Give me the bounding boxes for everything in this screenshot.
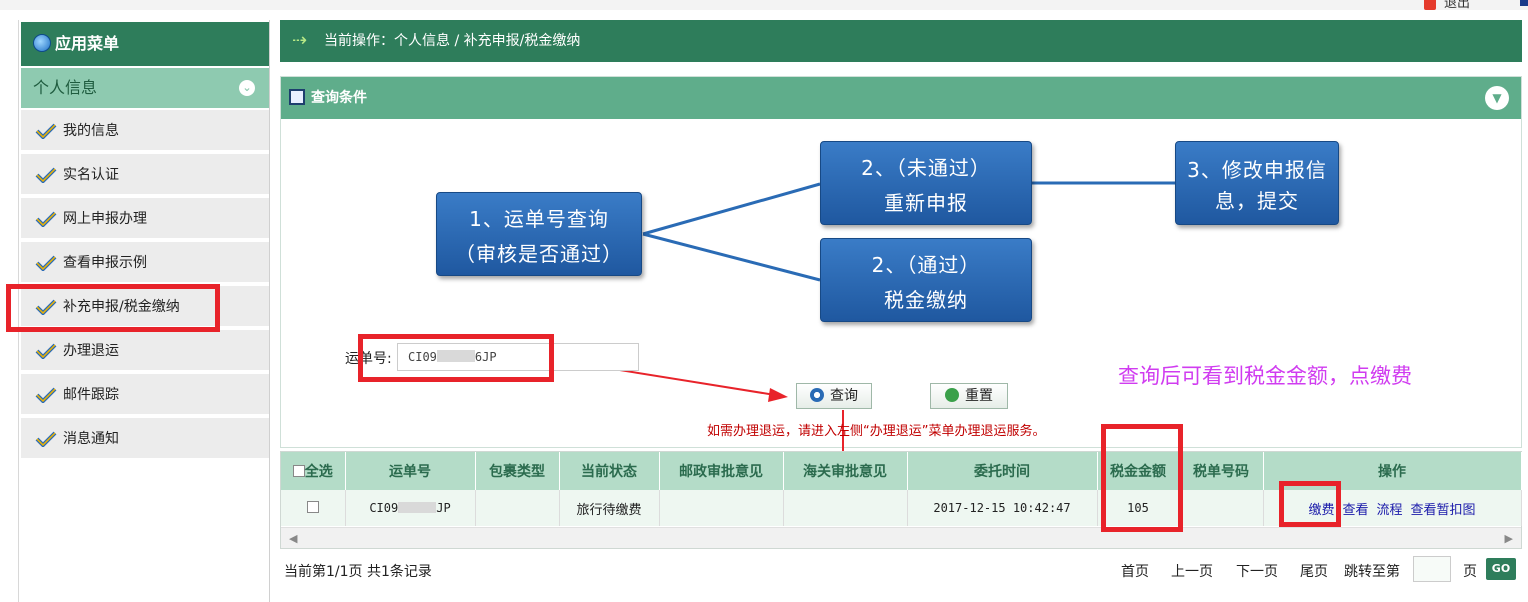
annotation-text: 查询后可看到税金金额，点缴费	[1118, 364, 1412, 388]
package-type-cell	[475, 490, 560, 526]
row-checkbox-cell[interactable]	[281, 490, 346, 526]
highlight-waybill	[358, 334, 554, 382]
return-hint: 如需办理退运，请进入左侧“办理退运”菜单办理退运服务。	[707, 424, 1046, 439]
scroll-left-icon[interactable]: ◀	[289, 532, 297, 545]
flow-step-3: 3、修改申报信 息，提交	[1175, 141, 1339, 225]
time-cell: 2017-12-15 10:42:47	[907, 490, 1098, 526]
scroll-right-icon[interactable]: ▶	[1505, 532, 1513, 545]
flow-step-2-rejected: 2、（未通过） 重新申报	[820, 141, 1032, 225]
first-page-link[interactable]: 首页	[1121, 561, 1149, 581]
jump-label: 跳转至第	[1344, 564, 1400, 580]
highlight-tax-amount	[1101, 424, 1183, 532]
search-button[interactable]: 查询	[796, 383, 872, 409]
column-header: 包裹类型	[475, 452, 560, 490]
highlight-pay	[1279, 481, 1341, 527]
column-header: 税单号码	[1179, 452, 1264, 490]
page-number-input[interactable]	[1413, 556, 1451, 582]
magnifier-icon	[810, 388, 824, 402]
flow-step-2-passed: 2、（通过） 税金缴纳	[820, 238, 1032, 322]
column-header: 当前状态	[559, 452, 660, 490]
tax-no-cell	[1179, 490, 1264, 526]
reset-button[interactable]: 重置	[930, 383, 1008, 409]
waybill-cell: CI09 JP	[345, 490, 476, 526]
column-header: 运单号	[345, 452, 476, 490]
prev-page-link[interactable]: 上一页	[1171, 561, 1213, 581]
checkbox[interactable]	[292, 465, 305, 477]
highlight-sidebar	[6, 284, 220, 332]
refresh-icon	[945, 388, 959, 402]
column-header: 海关审批意见	[783, 452, 908, 490]
redacted-block	[398, 502, 437, 513]
horizontal-scrollbar[interactable]: ◀ ▶	[281, 527, 1521, 548]
checkbox[interactable]	[306, 500, 319, 513]
status-cell: 旅行待缴费	[559, 490, 660, 526]
post-opinion-cell	[659, 490, 784, 526]
pager-info: 当前第1/1页 共1条记录	[284, 564, 432, 580]
column-header: 委托时间	[907, 452, 1098, 490]
view-link[interactable]: 查看	[1342, 503, 1368, 518]
customs-opinion-cell	[783, 490, 908, 526]
flow-step-1: 1、运单号查询 （审核是否通过）	[436, 192, 642, 276]
view-detained-image-link[interactable]: 查看暂扣图	[1411, 503, 1476, 518]
column-header: 邮政审批意见	[659, 452, 784, 490]
select-all-header[interactable]: 全选	[281, 452, 346, 490]
last-page-link[interactable]: 尾页	[1300, 561, 1328, 581]
flow-link[interactable]: 流程	[1377, 503, 1403, 518]
next-page-link[interactable]: 下一页	[1236, 561, 1278, 581]
page-unit-label: 页	[1463, 564, 1477, 580]
go-button[interactable]: GO	[1486, 558, 1516, 580]
